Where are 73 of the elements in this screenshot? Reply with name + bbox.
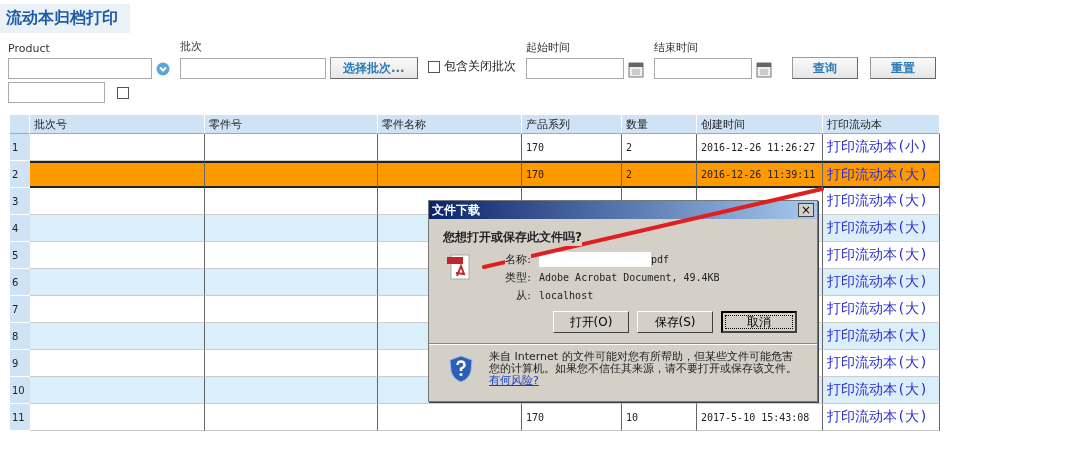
row-number: 2 [10, 161, 30, 188]
row-number: 3 [10, 188, 30, 215]
calendar-icon[interactable] [627, 59, 644, 78]
table-cell: 2016-12-26 11:39:11 [697, 161, 823, 188]
row-number: 1 [10, 134, 30, 161]
print-link[interactable]: 打印流动本(大) [827, 327, 928, 345]
checkbox[interactable] [117, 86, 129, 99]
print-link[interactable]: 打印流动本(大) [827, 219, 928, 237]
dialog-question: 您想打开或保存此文件吗? [443, 229, 582, 246]
checkbox[interactable] [427, 60, 440, 73]
row-number: 9 [10, 350, 30, 377]
field-label: 名称: [505, 252, 531, 267]
risk-link[interactable]: 有何风险? [489, 374, 539, 387]
dialog-button[interactable]: 打开(O) [553, 311, 629, 333]
print-link[interactable]: 打印流动本(大) [827, 165, 928, 184]
column-header: 数量 [622, 115, 697, 134]
table-cell: 2016-12-26 11:26:27 [697, 134, 823, 161]
field-value: pdf [651, 254, 670, 265]
batch-field[interactable] [180, 57, 326, 79]
page-title: 流动本归档打印 [0, 4, 130, 33]
print-link[interactable]: 打印流动本(大) [827, 354, 928, 372]
table-cell: 10 [622, 404, 697, 431]
column-header: 零件名称 [378, 115, 522, 134]
table-cell: 170 [522, 404, 622, 431]
row-number: 8 [10, 323, 30, 350]
product-field[interactable] [8, 58, 152, 79]
column-header: 零件号 [205, 115, 378, 134]
row-number: 4 [10, 215, 30, 242]
text-field[interactable] [8, 82, 105, 103]
checkbox-label: 包含关闭批次 [443, 58, 516, 75]
table-cell: 2 [622, 134, 697, 161]
start-time-label: 起始时间 [525, 40, 571, 55]
column-header: 打印流动本 [823, 115, 940, 134]
field-value: Adobe Acrobat Document, 49.4KB [539, 272, 720, 283]
field-label: 从: [516, 288, 531, 303]
print-link[interactable]: 打印流动本(大) [827, 273, 928, 291]
end-time-field[interactable] [653, 58, 752, 79]
dialog-button[interactable]: 保存(S) [637, 311, 713, 333]
field-value: localhost [539, 290, 594, 301]
row-number: 11 [10, 404, 30, 431]
calendar-icon[interactable] [755, 59, 772, 78]
end-time-label: 结束时间 [653, 40, 699, 55]
dialog-button[interactable]: 取消 [721, 311, 797, 333]
table-cell: 2017-5-10 15:43:08 [697, 404, 823, 431]
column-header: 创建时间 [697, 115, 823, 134]
column-header: 批次号 [30, 115, 205, 134]
select-batch-button[interactable]: 选择批次... [330, 57, 418, 79]
row-number: 5 [10, 242, 30, 269]
field-label: 类型: [505, 270, 531, 285]
warning-text: 来自 Internet 的文件可能对您有所帮助，但某些文件可能危害您的计算机。如果您不信任其来源，请不要打开或保存该文件。 有何风险? [489, 351, 798, 387]
row-number: 10 [10, 377, 30, 404]
dropdown-icon[interactable] [156, 61, 170, 76]
print-link[interactable]: 打印流动本(大) [827, 408, 928, 426]
action-button[interactable]: 重置 [869, 57, 936, 79]
dialog-title: 文件下载 [432, 201, 480, 219]
table-cell: 170 [522, 161, 622, 188]
action-button[interactable]: 查询 [791, 57, 858, 79]
table-cell: 2 [622, 161, 697, 188]
print-link[interactable]: 打印流动本(大) [827, 246, 928, 264]
print-link[interactable]: 打印流动本(大) [827, 381, 928, 399]
print-link[interactable]: 打印流动本(小) [827, 138, 928, 156]
row-number: 7 [10, 296, 30, 323]
shield-question-icon [449, 355, 473, 383]
table-cell: 170 [522, 134, 622, 161]
product-label: Product [8, 42, 51, 55]
close-button[interactable]: × [798, 203, 814, 217]
row-number: 6 [10, 269, 30, 296]
print-link[interactable]: 打印流动本(大) [827, 300, 928, 318]
column-header: 产品系列 [522, 115, 622, 134]
batch-label: 批次 [180, 39, 203, 54]
header-corner [10, 115, 30, 134]
start-time-field[interactable] [525, 58, 624, 79]
print-link[interactable]: 打印流动本(大) [827, 192, 928, 210]
